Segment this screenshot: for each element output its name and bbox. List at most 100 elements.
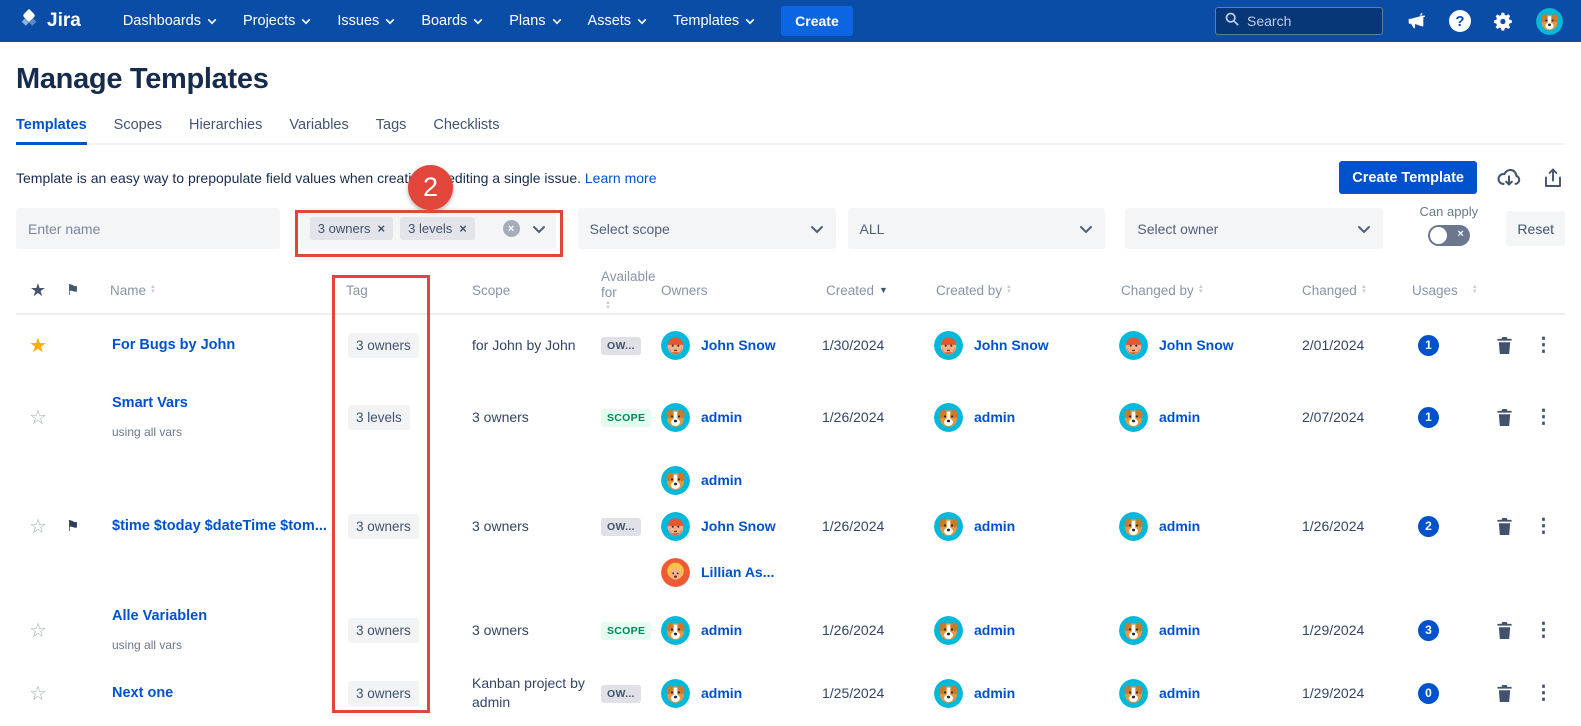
more-actions-button[interactable]: ⋮ bbox=[1534, 682, 1553, 705]
user-avatar[interactable] bbox=[1536, 8, 1563, 35]
import-cloud-icon[interactable] bbox=[1496, 165, 1522, 191]
more-actions-button[interactable]: ⋮ bbox=[1534, 406, 1553, 429]
column-header-owners[interactable]: Owners bbox=[655, 283, 810, 298]
tab-variables[interactable]: Variables bbox=[289, 117, 348, 143]
user-link[interactable]: admin bbox=[701, 409, 742, 425]
user-link[interactable]: Lillian As... bbox=[701, 564, 774, 580]
user-link[interactable]: John Snow bbox=[974, 337, 1049, 353]
learn-more-link[interactable]: Learn more bbox=[585, 170, 657, 186]
created-date: 1/26/2024 bbox=[810, 622, 920, 638]
templates-table: ★ ⚑ Name ▲▼ Tag Scope Available for ▲▼ O… bbox=[16, 267, 1565, 719]
user-link[interactable]: admin bbox=[974, 622, 1015, 638]
gear-icon[interactable] bbox=[1493, 11, 1514, 32]
template-name-link[interactable]: Smart Vars bbox=[102, 395, 334, 411]
type-filter-select[interactable]: ALL bbox=[848, 208, 1106, 249]
nav-item-dashboards[interactable]: Dashboards bbox=[123, 13, 217, 29]
delete-button[interactable] bbox=[1496, 336, 1513, 355]
nav-item-plans[interactable]: Plans bbox=[509, 13, 561, 29]
chevron-down-icon bbox=[473, 13, 483, 29]
created-by-cell: admin bbox=[920, 616, 1105, 645]
user-link[interactable]: admin bbox=[701, 622, 742, 638]
help-icon[interactable]: ? bbox=[1449, 10, 1471, 32]
name-filter-input[interactable] bbox=[16, 208, 280, 249]
name-cell: Smart Vars using all vars bbox=[96, 395, 340, 439]
column-header-changed[interactable]: Changed ▲▼ bbox=[1290, 283, 1400, 298]
remove-chip-icon[interactable]: × bbox=[459, 221, 467, 236]
avatar-admin bbox=[661, 466, 690, 495]
more-actions-button[interactable]: ⋮ bbox=[1534, 619, 1553, 642]
flag-icon[interactable]: ⚑ bbox=[60, 517, 96, 535]
user-link[interactable]: admin bbox=[974, 518, 1015, 534]
search-input[interactable] bbox=[1247, 13, 1357, 29]
delete-button[interactable] bbox=[1496, 684, 1513, 703]
megaphone-icon[interactable] bbox=[1405, 10, 1427, 32]
column-header-changed-by[interactable]: Changed by ▲▼ bbox=[1105, 283, 1290, 298]
delete-button[interactable] bbox=[1496, 517, 1513, 536]
star-column-header[interactable]: ★ bbox=[16, 280, 60, 301]
user-link[interactable]: admin bbox=[1159, 622, 1200, 638]
table-row: ☆ ⚑ $time $today $dateTime $tom... 3 own… bbox=[16, 459, 1565, 593]
column-header-created-by[interactable]: Created by ▲▼ bbox=[920, 283, 1105, 298]
jira-logo[interactable]: Jira bbox=[18, 7, 81, 35]
tag-filter-select[interactable]: 3 owners × 3 levels × × bbox=[300, 208, 556, 249]
nav-create-button[interactable]: Create bbox=[781, 6, 853, 36]
more-actions-button[interactable]: ⋮ bbox=[1534, 515, 1553, 538]
template-name-link[interactable]: For Bugs by John bbox=[102, 337, 334, 353]
remove-chip-icon[interactable]: × bbox=[378, 221, 386, 236]
search-box[interactable] bbox=[1215, 7, 1383, 35]
export-share-icon[interactable] bbox=[1541, 166, 1565, 190]
user-link[interactable]: John Snow bbox=[1159, 337, 1234, 353]
template-name-link[interactable]: Alle Variablen bbox=[102, 608, 334, 624]
tab-hierarchies[interactable]: Hierarchies bbox=[189, 117, 262, 143]
nav-item-assets[interactable]: Assets bbox=[588, 13, 648, 29]
column-header-name[interactable]: Name ▲▼ bbox=[96, 283, 340, 298]
tab-tags[interactable]: Tags bbox=[376, 117, 407, 143]
user-link[interactable]: admin bbox=[1159, 518, 1200, 534]
more-actions-button[interactable]: ⋮ bbox=[1534, 334, 1553, 357]
star-outline-icon[interactable]: ☆ bbox=[16, 405, 60, 430]
column-header-usages[interactable]: Usages ▲▼ bbox=[1400, 283, 1490, 298]
reset-button[interactable]: Reset bbox=[1506, 211, 1565, 246]
owners-cell: admin bbox=[655, 616, 810, 645]
user-link[interactable]: John Snow bbox=[701, 518, 776, 534]
star-filled-icon[interactable]: ★ bbox=[16, 333, 60, 358]
flag-column-header[interactable]: ⚑ bbox=[60, 281, 96, 299]
owner-filter-select[interactable]: Select owner bbox=[1125, 208, 1383, 249]
can-apply-toggle[interactable]: × bbox=[1428, 225, 1470, 246]
scope-filter-select[interactable]: Select scope bbox=[578, 208, 836, 249]
tag-chip-3-levels[interactable]: 3 levels × bbox=[400, 217, 475, 240]
created-date: 1/26/2024 bbox=[810, 518, 920, 534]
delete-button[interactable] bbox=[1496, 408, 1513, 427]
name-cell: For Bugs by John bbox=[96, 337, 340, 353]
star-outline-icon[interactable]: ☆ bbox=[16, 514, 60, 539]
user-link[interactable]: admin bbox=[1159, 685, 1200, 701]
user-link[interactable]: admin bbox=[701, 685, 742, 701]
clear-tags-icon[interactable]: × bbox=[503, 220, 520, 237]
user-link[interactable]: admin bbox=[701, 472, 742, 488]
create-template-button[interactable]: Create Template bbox=[1339, 161, 1477, 194]
star-outline-icon[interactable]: ☆ bbox=[16, 681, 60, 706]
column-header-created[interactable]: Created ▼ bbox=[810, 283, 920, 298]
template-name-link[interactable]: Next one bbox=[102, 685, 334, 701]
nav-item-templates[interactable]: Templates bbox=[673, 13, 755, 29]
column-header-tag[interactable]: Tag bbox=[340, 283, 460, 298]
tab-checklists[interactable]: Checklists bbox=[433, 117, 499, 143]
template-name-link[interactable]: $time $today $dateTime $tom... bbox=[102, 518, 334, 534]
nav-item-projects[interactable]: Projects bbox=[243, 13, 311, 29]
changed-date: 1/29/2024 bbox=[1290, 622, 1400, 638]
star-outline-icon[interactable]: ☆ bbox=[16, 618, 60, 643]
created-by-cell: admin bbox=[920, 512, 1105, 541]
column-header-available-for[interactable]: Available for ▲▼ bbox=[595, 269, 655, 311]
column-header-scope[interactable]: Scope bbox=[460, 283, 595, 298]
chevron-down-icon bbox=[207, 13, 217, 29]
user-link[interactable]: admin bbox=[1159, 409, 1200, 425]
user-link[interactable]: John Snow bbox=[701, 337, 776, 353]
delete-button[interactable] bbox=[1496, 621, 1513, 640]
user-link[interactable]: admin bbox=[974, 409, 1015, 425]
user-link[interactable]: admin bbox=[974, 685, 1015, 701]
tag-chip-3-owners[interactable]: 3 owners × bbox=[310, 217, 393, 240]
nav-item-issues[interactable]: Issues bbox=[337, 13, 395, 29]
nav-item-boards[interactable]: Boards bbox=[421, 13, 483, 29]
tab-templates[interactable]: Templates bbox=[16, 117, 87, 145]
tab-scopes[interactable]: Scopes bbox=[114, 117, 162, 143]
